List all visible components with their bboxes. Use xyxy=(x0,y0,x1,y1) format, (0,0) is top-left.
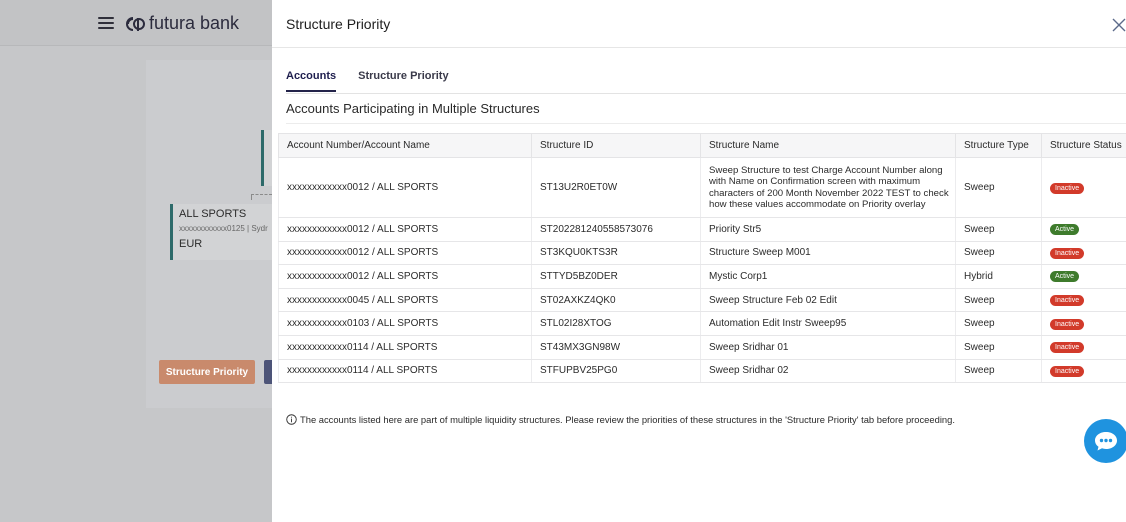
structure-type-cell: Hybrid xyxy=(955,264,1042,289)
table-row: xxxxxxxxxxxx0103 / ALL SPORTS STL02I28XTO… xyxy=(278,311,1126,336)
column-header-structure-id: Structure ID xyxy=(531,133,701,158)
structure-id-cell: STL02I28XTOG xyxy=(531,311,701,336)
table-row: xxxxxxxxxxxx0012 / ALL SPORTS ST13U2R0ET0… xyxy=(278,157,1126,218)
structure-name-cell: Sweep Sridhar 01 xyxy=(700,335,956,360)
background-account-card: ALL SPORTS xxxxxxxxxxxx0125 | Sydr EUR xyxy=(170,204,272,260)
account-cell: xxxxxxxxxxxx0012 / ALL SPORTS xyxy=(278,241,532,266)
status-badge: Inactive xyxy=(1050,342,1085,354)
next-button[interactable] xyxy=(264,360,272,384)
structure-type-cell: Sweep xyxy=(955,217,1042,242)
structure-id-cell: STFUPBV25PG0 xyxy=(531,359,701,384)
card-account-number: xxxxxxxxxxxx0125 | Sydr xyxy=(179,224,268,233)
background-node-card xyxy=(261,130,272,186)
app-header: futura bank xyxy=(0,0,272,46)
structure-id-cell: ST202281240558573076 xyxy=(531,217,701,242)
column-header-structure-name: Structure Name xyxy=(700,133,956,158)
column-header-account: Account Number/Account Name xyxy=(278,133,532,158)
structure-name-cell: Automation Edit Instr Sweep95 xyxy=(700,311,956,336)
structure-id-cell: STTYD5BZ0DER xyxy=(531,264,701,289)
close-icon[interactable] xyxy=(1112,18,1126,32)
structure-status-cell: Inactive xyxy=(1041,157,1126,218)
structure-type-cell: Sweep xyxy=(955,288,1042,313)
structure-name-cell: Sweep Structure Feb 02 Edit xyxy=(700,288,956,313)
tab-accounts[interactable]: Accounts xyxy=(286,70,337,92)
status-badge: Inactive xyxy=(1050,295,1085,307)
table-row: xxxxxxxxxxxx0012 / ALL SPORTS ST202281240… xyxy=(278,217,1126,242)
structure-status-cell: Inactive xyxy=(1041,288,1126,313)
structure-name-cell: Priority Str5 xyxy=(700,217,956,242)
status-badge: Active xyxy=(1050,271,1080,283)
structure-status-cell: Inactive xyxy=(1041,359,1126,384)
background-connector xyxy=(251,194,272,200)
account-cell: xxxxxxxxxxxx0103 / ALL SPORTS xyxy=(278,311,532,336)
structure-id-cell: ST13U2R0ET0W xyxy=(531,157,701,218)
structure-status-cell: Inactive xyxy=(1041,241,1126,266)
card-account-name: ALL SPORTS xyxy=(179,208,247,220)
structure-name-cell: Sweep Structure to test Charge Account N… xyxy=(700,157,956,218)
tabs-divider xyxy=(286,93,1126,94)
table-row: xxxxxxxxxxxx0012 / ALL SPORTS ST3KQU0KTS3… xyxy=(278,241,1126,266)
structure-status-cell: Inactive xyxy=(1041,335,1126,360)
structure-id-cell: ST02AXKZ4QK0 xyxy=(531,288,701,313)
tab-structure-priority[interactable]: Structure Priority xyxy=(358,70,448,92)
overlay-title: Structure Priority xyxy=(286,16,391,32)
structure-type-cell: Sweep xyxy=(955,335,1042,360)
overlay-header: Structure Priority xyxy=(272,0,1126,48)
structure-status-cell: Active xyxy=(1041,264,1126,289)
structure-priority-overlay: Structure Priority Accounts Structure Pr… xyxy=(272,0,1126,522)
info-icon xyxy=(286,414,297,425)
table-row: xxxxxxxxxxxx0012 / ALL SPORTS STTYD5BZ0DE… xyxy=(278,264,1126,289)
column-header-structure-status: Structure Status xyxy=(1041,133,1126,158)
account-cell: xxxxxxxxxxxx0045 / ALL SPORTS xyxy=(278,288,532,313)
structure-id-cell: ST43MX3GN98W xyxy=(531,335,701,360)
card-currency: EUR xyxy=(179,238,203,250)
futura-logo-icon xyxy=(126,17,145,31)
section-title: Accounts Participating in Multiple Struc… xyxy=(286,101,540,116)
table-row: xxxxxxxxxxxx0114 / ALL SPORTS STFUPBV25PG… xyxy=(278,359,1126,384)
structure-type-cell: Sweep xyxy=(955,311,1042,336)
account-cell: xxxxxxxxxxxx0012 / ALL SPORTS xyxy=(278,264,532,289)
info-note: The accounts listed here are part of mul… xyxy=(286,414,955,425)
structure-type-cell: Sweep xyxy=(955,241,1042,266)
overlay-tabs: Accounts Structure Priority xyxy=(286,70,471,92)
info-note-text: The accounts listed here are part of mul… xyxy=(300,414,955,425)
account-cell: xxxxxxxxxxxx0114 / ALL SPORTS xyxy=(278,335,532,360)
background-app: futura bank ALL SPORTS xxxxxxxxxxxx0125 … xyxy=(0,0,272,522)
accounts-table: Account Number/Account Name Structure ID… xyxy=(278,133,1126,384)
table-header-row: Account Number/Account Name Structure ID… xyxy=(278,133,1126,158)
account-cell: xxxxxxxxxxxx0012 / ALL SPORTS xyxy=(278,157,532,218)
table-row: xxxxxxxxxxxx0045 / ALL SPORTS ST02AXKZ4QK… xyxy=(278,288,1126,313)
status-badge: Inactive xyxy=(1050,365,1085,377)
structure-id-cell: ST3KQU0KTS3R xyxy=(531,241,701,266)
status-badge: Active xyxy=(1050,224,1080,236)
structure-name-cell: Structure Sweep M001 xyxy=(700,241,956,266)
status-badge: Inactive xyxy=(1050,318,1085,330)
section-divider xyxy=(286,123,1126,124)
brand-name: futura bank xyxy=(149,13,240,33)
structure-status-cell: Active xyxy=(1041,217,1126,242)
table-row: xxxxxxxxxxxx0114 / ALL SPORTS ST43MX3GN98… xyxy=(278,335,1126,360)
hamburger-icon[interactable] xyxy=(98,17,114,29)
accounts-table-container: Account Number/Account Name Structure ID… xyxy=(278,133,1126,399)
chat-icon xyxy=(1095,432,1117,451)
structure-name-cell: Sweep Sridhar 02 xyxy=(700,359,956,384)
structure-name-cell: Mystic Corp1 xyxy=(700,264,956,289)
account-cell: xxxxxxxxxxxx0012 / ALL SPORTS xyxy=(278,217,532,242)
column-header-structure-type: Structure Type xyxy=(955,133,1042,158)
status-badge: Inactive xyxy=(1050,247,1085,259)
structure-status-cell: Inactive xyxy=(1041,311,1126,336)
account-cell: xxxxxxxxxxxx0114 / ALL SPORTS xyxy=(278,359,532,384)
chat-button[interactable] xyxy=(1084,419,1126,463)
structure-type-cell: Sweep xyxy=(955,359,1042,384)
status-badge: Inactive xyxy=(1050,182,1085,194)
structure-priority-button[interactable]: Structure Priority xyxy=(159,360,255,384)
structure-type-cell: Sweep xyxy=(955,157,1042,218)
